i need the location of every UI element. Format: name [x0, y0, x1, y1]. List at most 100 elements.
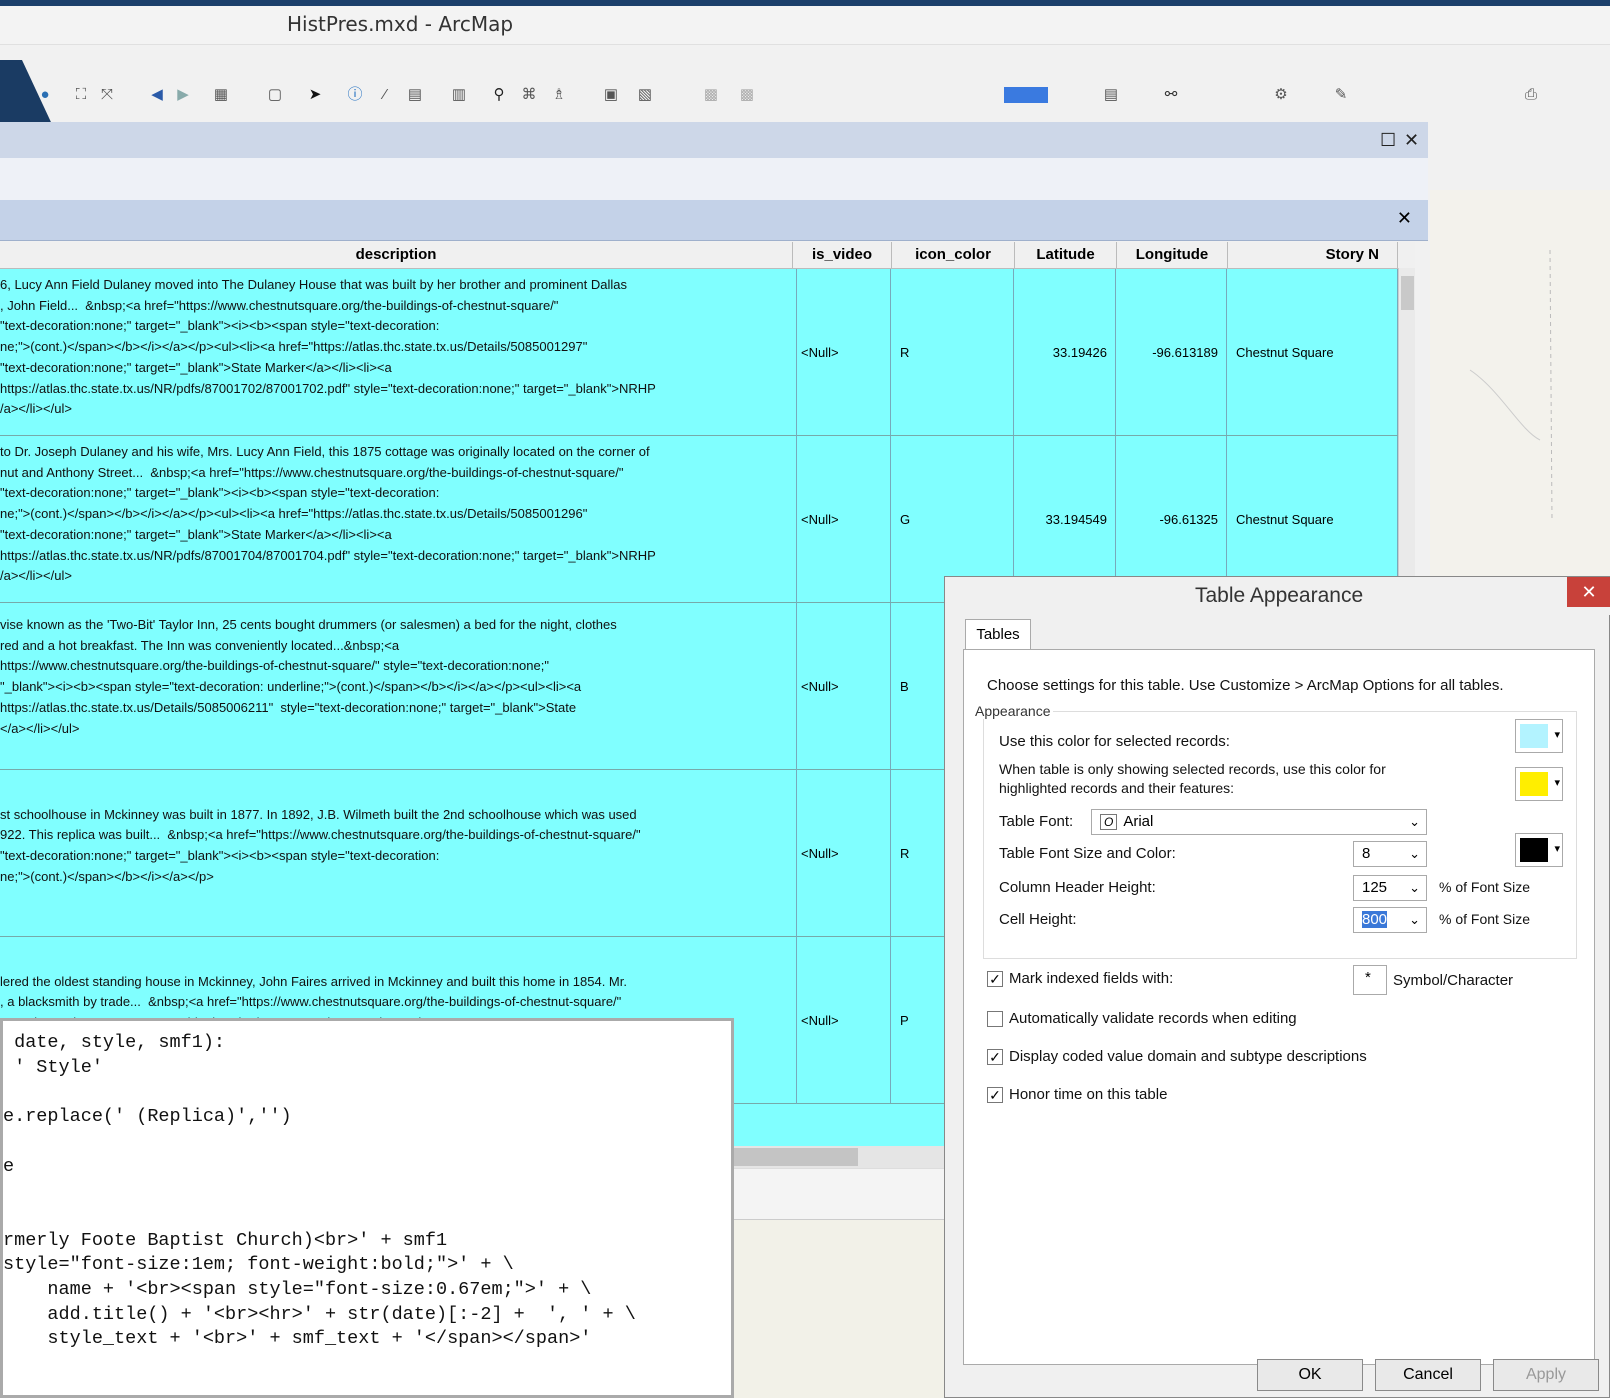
- header-height-value: 125: [1362, 879, 1388, 896]
- highlight-color-label-line1: When table is only showing selected reco…: [999, 761, 1386, 777]
- clear-selection-icon[interactable]: ▢: [264, 84, 286, 106]
- cell-height-value: 800: [1362, 911, 1388, 928]
- apply-button[interactable]: Apply: [1493, 1359, 1599, 1391]
- chevron-down-icon: ⌄: [1409, 880, 1420, 895]
- tool-icon[interactable]: ▩: [736, 84, 758, 106]
- symbol-input[interactable]: *: [1353, 965, 1387, 995]
- table-header-row: description is_video icon_color Latitude…: [0, 242, 1415, 269]
- is-video-cell: <Null>: [793, 937, 891, 1103]
- tab-tables[interactable]: Tables: [965, 619, 1031, 650]
- catalog-icon[interactable]: ▤: [1100, 84, 1122, 106]
- table-row[interactable]: 6, Lucy Ann Field Dulaney moved into The…: [0, 269, 1398, 441]
- close-icon[interactable]: ✕: [1567, 577, 1610, 607]
- maximize-icon[interactable]: ☐: [1380, 130, 1396, 151]
- dialog-title: Table Appearance: [1195, 584, 1364, 607]
- mark-indexed-checkbox[interactable]: ✓: [987, 971, 1003, 987]
- table-font-select[interactable]: O Arial ⌄: [1091, 809, 1427, 835]
- header-height-select[interactable]: 125 ⌄: [1353, 875, 1427, 901]
- auto-validate-checkbox[interactable]: [987, 1011, 1003, 1027]
- is-video-cell: <Null>: [793, 269, 891, 435]
- font-size-select[interactable]: 8 ⌄: [1353, 841, 1427, 867]
- color-swatch: [1520, 838, 1548, 862]
- code-text: date, style, smf1): ' Style' e.replace('…: [3, 1032, 636, 1350]
- description-cell: vise known as the 'Two-Bit' Taylor Inn, …: [0, 603, 797, 781]
- is-video-cell: <Null>: [793, 770, 891, 936]
- chevron-down-icon: ▾: [1554, 729, 1560, 741]
- column-header-height-label: Column Header Height:: [999, 879, 1156, 896]
- add-data-icon[interactable]: ▥: [448, 84, 470, 106]
- highlight-color-picker[interactable]: ▾: [1515, 767, 1563, 801]
- coded-domain-checkbox[interactable]: ✓: [987, 1049, 1003, 1065]
- close-icon[interactable]: ✕: [1404, 130, 1419, 151]
- layout-icon[interactable]: ▣: [600, 84, 622, 106]
- map-view-bottom[interactable]: [730, 1220, 950, 1398]
- chevron-down-icon: ⌄: [1409, 846, 1420, 861]
- longitude-cell: -96.613189: [1117, 269, 1227, 435]
- cell-height-select[interactable]: 800 ⌄: [1353, 907, 1427, 933]
- column-header[interactable]: Story N: [1228, 242, 1398, 268]
- color-swatch: [1520, 772, 1548, 796]
- cancel-button[interactable]: Cancel: [1375, 1359, 1481, 1391]
- select-features-icon[interactable]: ▦: [210, 84, 232, 106]
- python-icon[interactable]: ✎: [1330, 84, 1352, 106]
- column-header[interactable]: Longitude: [1117, 242, 1228, 268]
- editor-icon[interactable]: ▧: [634, 84, 656, 106]
- table-appearance-dialog: Table Appearance ✕ Tables Choose setting…: [944, 576, 1610, 1398]
- back-arrow-icon[interactable]: ◀: [146, 84, 168, 106]
- description-cell: 6, Lucy Ann Field Dulaney moved into The…: [0, 269, 797, 441]
- forward-arrow-icon[interactable]: ▶: [172, 84, 194, 106]
- window-titlebar: HistPres.mxd - ArcMap: [0, 6, 1610, 45]
- table-window-header: ☐ ✕: [0, 122, 1428, 158]
- measure-icon[interactable]: ⁄: [374, 84, 396, 106]
- column-header[interactable]: description: [0, 242, 793, 268]
- zoom-fixed-icon[interactable]: ⤧: [96, 84, 118, 106]
- coded-domain-label: Display coded value domain and subtype d…: [1009, 1048, 1367, 1065]
- full-extent-icon[interactable]: ⛶: [70, 84, 92, 106]
- ok-button[interactable]: OK: [1257, 1359, 1363, 1391]
- table-toolbar: [0, 158, 1428, 200]
- chevron-down-icon: ⌄: [1409, 814, 1420, 829]
- zoom-scale-combo[interactable]: [1004, 87, 1048, 103]
- story-cell: Chestnut Square: [1228, 269, 1398, 435]
- table-font-value: Arial: [1123, 813, 1154, 830]
- identify-icon[interactable]: ⓘ: [344, 84, 366, 106]
- time-slider-icon[interactable]: ♗: [548, 84, 570, 106]
- close-tab-icon[interactable]: ✕: [1397, 208, 1412, 229]
- percent-label: % of Font Size: [1439, 879, 1531, 895]
- column-header[interactable]: is_video: [793, 242, 892, 268]
- selected-color-picker[interactable]: ▾: [1515, 719, 1563, 753]
- find-icon[interactable]: ⚲: [488, 84, 510, 106]
- font-size-label: Table Font Size and Color:: [999, 845, 1176, 862]
- table-tab-header: ✕: [0, 200, 1428, 241]
- arctoolbox-icon[interactable]: ⚙: [1270, 84, 1292, 106]
- honor-time-label: Honor time on this table: [1009, 1086, 1168, 1103]
- column-header[interactable]: icon_color: [892, 242, 1015, 268]
- tool-icon[interactable]: ▩: [700, 84, 722, 106]
- appearance-group-label: Appearance: [973, 703, 1053, 719]
- description-cell: st schoolhouse in Mckinney was built in …: [0, 770, 797, 950]
- pointer-icon[interactable]: ➤: [304, 84, 326, 106]
- symbol-label: Symbol/Character: [1393, 972, 1514, 989]
- column-header[interactable]: Latitude: [1015, 242, 1117, 268]
- print-icon[interactable]: ⎙: [1520, 84, 1542, 106]
- cell-height-label: Cell Height:: [999, 911, 1077, 928]
- search-window-icon[interactable]: ⚯: [1160, 84, 1182, 106]
- main-toolbar: ● ⛶ ⤧ ◀ ▶ ▦ ▢ ➤ ⓘ ⁄ ▤ ▥ ⚲ ⌘ ♗ ▣ ▧ ▩ ▩ ▤ …: [0, 78, 1610, 118]
- latitude-cell: 33.19426: [1015, 269, 1116, 435]
- dialog-titlebar: Table Appearance ✕: [945, 577, 1610, 615]
- highlight-color-label-line2: highlighted records and their features:: [999, 780, 1235, 796]
- symbol-value: *: [1365, 969, 1371, 986]
- python-code-overlay: date, style, smf1): ' Style' e.replace('…: [0, 1018, 734, 1398]
- font-color-picker[interactable]: ▾: [1515, 833, 1563, 867]
- percent-label: % of Font Size: [1439, 911, 1531, 927]
- scrollbar-thumb[interactable]: [1401, 276, 1414, 310]
- mark-indexed-label: Mark indexed fields with:: [1009, 970, 1174, 987]
- is-video-cell: <Null>: [793, 603, 891, 769]
- route-icon[interactable]: ⌘: [518, 84, 540, 106]
- chevron-down-icon: ⌄: [1409, 912, 1420, 927]
- map-view[interactable]: [1430, 190, 1610, 610]
- html-popup-icon[interactable]: ▤: [404, 84, 426, 106]
- honor-time-checkbox[interactable]: ✓: [987, 1087, 1003, 1103]
- color-swatch: [1520, 724, 1548, 748]
- dialog-intro-text: Choose settings for this table. Use Cust…: [987, 677, 1504, 694]
